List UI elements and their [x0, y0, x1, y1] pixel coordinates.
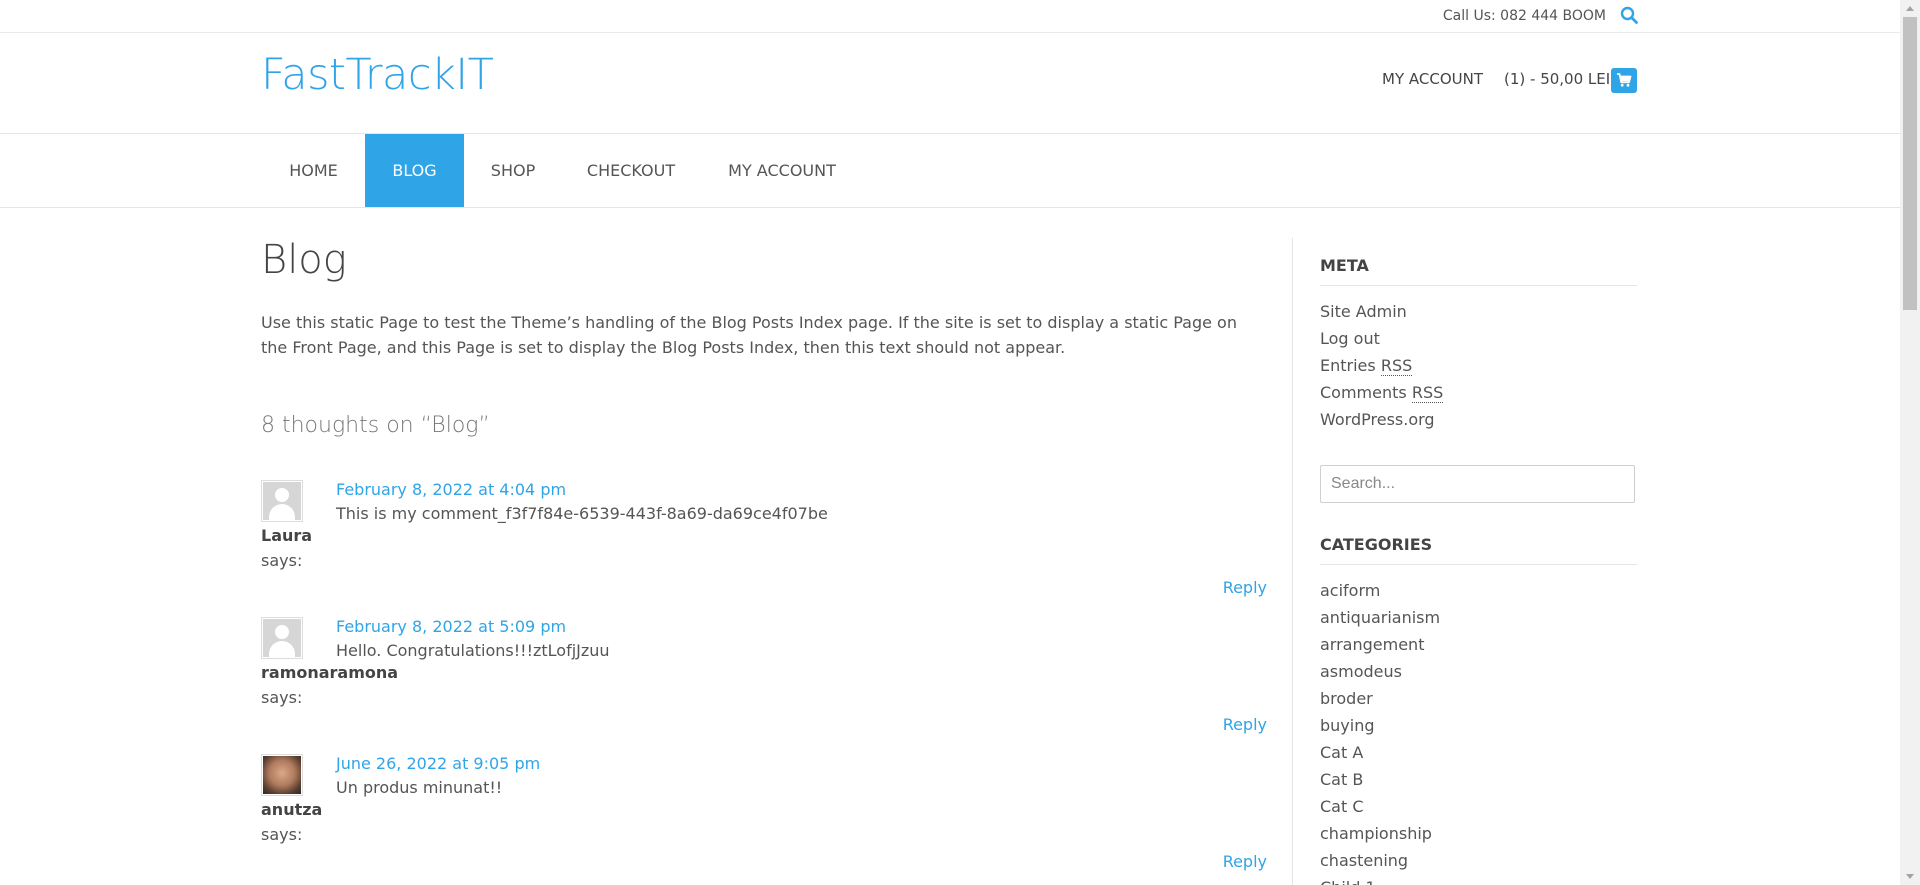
category-link[interactable]: Cat B [1320, 766, 1637, 793]
page: Call Us: 082 444 BOOM FastTrackIT MY ACC… [0, 0, 1900, 885]
comment-author: ramonaramona [261, 663, 399, 682]
comment-says: says: [261, 551, 303, 570]
rss-abbr: RSS [1411, 383, 1444, 403]
cart-icon [1617, 73, 1632, 87]
search-icon[interactable] [1620, 6, 1638, 24]
reply-link[interactable]: Reply [1223, 852, 1267, 871]
category-link[interactable]: Cat C [1320, 793, 1637, 820]
cart-summary-link[interactable]: (1) - 50,00 LEI [1504, 70, 1610, 88]
nav-item-shop[interactable]: SHOP [464, 134, 562, 207]
page-intro: Use this static Page to test the Theme’s… [261, 313, 1237, 357]
comment-says: says: [261, 688, 303, 707]
reply-link[interactable]: Reply [1223, 715, 1267, 734]
category-link[interactable]: buying [1320, 712, 1637, 739]
nav-item-checkout[interactable]: CHECKOUT [562, 134, 700, 207]
category-link[interactable]: arrangement [1320, 631, 1637, 658]
log-out-link[interactable]: Log out [1320, 325, 1637, 352]
default-avatar-icon [261, 617, 303, 659]
nav-item-my-account[interactable]: MY ACCOUNT [700, 134, 864, 207]
comment-item: February 8, 2022 at 4:04 pm This is my c… [261, 480, 1267, 610]
comment-author: Laura [261, 526, 313, 545]
category-link[interactable]: antiquarianism [1320, 604, 1637, 631]
cart-button[interactable] [1611, 68, 1637, 93]
site-header: FastTrackIT MY ACCOUNT (1) - 50,00 LEI [0, 32, 1900, 134]
default-avatar-icon [261, 480, 303, 522]
nav-item-home[interactable]: HOME [262, 134, 365, 207]
comment-date-link[interactable]: June 26, 2022 at 9:05 pm [336, 754, 540, 773]
nav-item-blog[interactable]: BLOG [365, 134, 464, 207]
comment-text: Un produs minunat!! [336, 778, 503, 797]
site-admin-link[interactable]: Site Admin [1320, 298, 1637, 325]
call-us-text: Call Us: 082 444 BOOM [1442, 8, 1606, 24]
reply-link[interactable]: Reply [1223, 578, 1267, 597]
sidebar-divider [1292, 238, 1293, 885]
page-title: Blog [261, 237, 347, 283]
photo-avatar [261, 754, 303, 796]
wordpress-org-link[interactable]: WordPress.org [1320, 406, 1637, 433]
comment-date-link[interactable]: February 8, 2022 at 4:04 pm [336, 480, 566, 499]
entries-label: Entries [1320, 356, 1376, 375]
comment-date-link[interactable]: February 8, 2022 at 5:09 pm [336, 617, 566, 636]
category-link[interactable]: asmodeus [1320, 658, 1637, 685]
sidebar: META Site Admin Log out Entries RSS Comm… [1320, 256, 1637, 885]
site-logo[interactable]: FastTrackIT [261, 50, 494, 100]
entries-rss-link[interactable]: Entries RSS [1320, 352, 1637, 379]
top-bar: Call Us: 082 444 BOOM [0, 0, 1900, 33]
scroll-down-arrow-icon[interactable] [1900, 868, 1920, 885]
comment-text: Hello. Congratulations!!!ztLofjJzuu [336, 641, 610, 660]
category-link[interactable]: chastening [1320, 847, 1637, 874]
comment-text: This is my comment_f3f7f84e-6539-443f-8a… [336, 504, 828, 523]
comment-item: February 8, 2022 at 5:09 pm Hello. Congr… [261, 617, 1267, 747]
comments-title: 8 thoughts on “Blog” [261, 413, 490, 438]
comment-item: June 26, 2022 at 9:05 pm Un produs minun… [261, 754, 1267, 884]
category-link[interactable]: championship [1320, 820, 1637, 847]
comment-author: anutza [261, 800, 323, 819]
category-link[interactable]: Cat A [1320, 739, 1637, 766]
category-link[interactable]: aciform [1320, 577, 1637, 604]
comments-label: Comments [1320, 383, 1407, 402]
meta-widget-title: META [1320, 256, 1637, 286]
main-navigation: HOME BLOG SHOP CHECKOUT MY ACCOUNT [0, 134, 1900, 208]
category-link[interactable]: broder [1320, 685, 1637, 712]
scrollbar-thumb[interactable] [1903, 17, 1917, 310]
scroll-up-arrow-icon[interactable] [1900, 0, 1920, 17]
comments-rss-link[interactable]: Comments RSS [1320, 379, 1637, 406]
comment-says: says: [261, 825, 303, 844]
category-link[interactable]: Child 1 [1320, 874, 1637, 885]
page-scrollbar[interactable] [1900, 0, 1920, 885]
sidebar-search-input[interactable] [1320, 465, 1635, 503]
rss-abbr: RSS [1380, 356, 1413, 376]
categories-widget-title: CATEGORIES [1320, 535, 1637, 565]
header-my-account-link[interactable]: MY ACCOUNT [1382, 70, 1483, 88]
